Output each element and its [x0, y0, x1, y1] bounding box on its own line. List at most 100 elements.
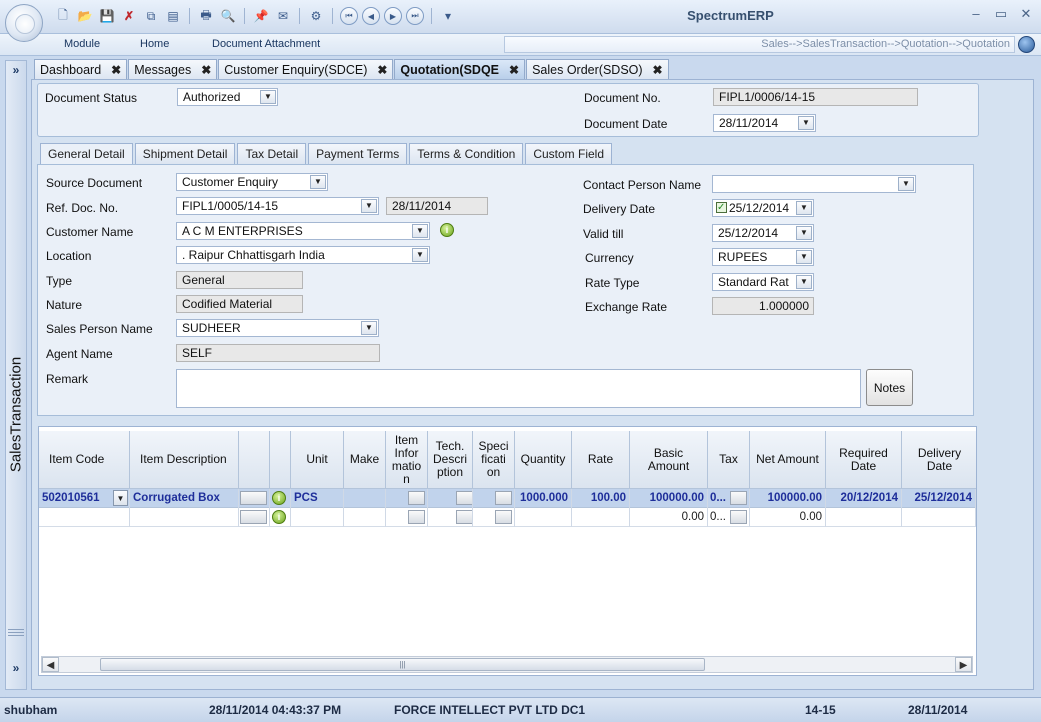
tab-quotation[interactable]: Quotation(SDQE ✖	[394, 59, 526, 79]
chevron-down-icon[interactable]: ▼	[898, 177, 914, 191]
cell-delivery-date[interactable]	[902, 508, 976, 527]
item-information-button[interactable]	[408, 491, 425, 505]
cell-basic-amount[interactable]: 100000.00	[630, 489, 708, 508]
row-button[interactable]	[240, 491, 267, 505]
cell-required-date[interactable]	[826, 508, 902, 527]
location-select[interactable]: . Raipur Chhattisgarh India ▼	[176, 246, 430, 264]
chevron-down-icon[interactable]: ▼	[310, 175, 326, 189]
cell-quantity[interactable]	[515, 508, 572, 527]
exchange-rate-field[interactable]: 1.000000	[712, 297, 814, 315]
cell-basic-amount[interactable]: 0.00	[630, 508, 708, 527]
cell-required-date[interactable]: 20/12/2014	[826, 489, 902, 508]
remark-textarea[interactable]	[176, 369, 861, 408]
menu-module[interactable]: Module	[64, 38, 100, 50]
nature-field[interactable]: Codified Material	[176, 295, 303, 313]
cell-blank[interactable]	[239, 508, 270, 527]
application-orb-button[interactable]	[5, 4, 43, 42]
col-unit[interactable]: Unit	[291, 431, 344, 489]
side-panel-label[interactable]: SalesTransaction	[8, 350, 25, 480]
col-tax[interactable]: Tax	[708, 431, 750, 489]
close-tab-icon[interactable]: ✖	[377, 63, 387, 77]
cell-unit[interactable]: PCS	[291, 489, 344, 508]
cell-info[interactable]: i	[270, 489, 291, 508]
cell-item-code[interactable]	[39, 508, 130, 527]
tab-general-detail[interactable]: General Detail	[40, 143, 133, 165]
chevron-down-icon[interactable]: ▼	[798, 116, 814, 130]
tech-description-button[interactable]	[456, 510, 472, 524]
tab-customer-enquiry[interactable]: Customer Enquiry(SDCE) ✖	[218, 59, 394, 79]
document-no-field[interactable]: FIPL1/0006/14-15	[713, 88, 918, 106]
menu-document-attachment[interactable]: Document Attachment	[212, 38, 320, 50]
document-date-picker[interactable]: 28/11/2014 ▼	[713, 114, 816, 132]
rate-type-select[interactable]: Standard Rat ▼	[712, 273, 814, 291]
chevron-down-icon[interactable]: ▼	[796, 250, 812, 264]
cell-specification[interactable]	[473, 489, 515, 508]
tech-description-button[interactable]	[456, 491, 472, 505]
delivery-date-picker[interactable]: 25/12/2014 ▼	[712, 199, 814, 217]
tab-terms-condition[interactable]: Terms & Condition	[409, 143, 524, 164]
chevron-down-icon[interactable]: ▼	[361, 199, 377, 213]
col-quantity[interactable]: Quantity	[515, 431, 572, 489]
cell-item-description[interactable]	[130, 508, 239, 527]
help-icon[interactable]	[1018, 36, 1035, 53]
chevron-down-icon[interactable]: ▼	[361, 321, 377, 335]
cell-blank[interactable]	[239, 489, 270, 508]
tab-custom-field[interactable]: Custom Field	[525, 143, 612, 164]
menu-home[interactable]: Home	[140, 38, 169, 50]
col-basic-amount[interactable]: Basic Amount	[630, 431, 708, 489]
notes-button[interactable]: Notes	[866, 369, 913, 406]
col-specification[interactable]: Speci ficati on	[473, 431, 515, 489]
tab-dashboard[interactable]: Dashboard ✖	[34, 59, 128, 79]
ref-doc-no-select[interactable]: FIPL1/0005/14-15 ▼	[176, 197, 379, 215]
item-info-icon[interactable]: i	[272, 510, 286, 524]
close-tab-icon[interactable]: ✖	[653, 63, 663, 77]
col-delivery-date[interactable]: Delivery Date	[902, 431, 976, 489]
tab-payment-terms[interactable]: Payment Terms	[308, 143, 408, 164]
col-net-amount[interactable]: Net Amount	[750, 431, 826, 489]
expand-bottom-icon[interactable]: »	[6, 661, 26, 675]
specification-button[interactable]	[495, 491, 512, 505]
source-document-select[interactable]: Customer Enquiry ▼	[176, 173, 328, 191]
specification-button[interactable]	[495, 510, 512, 524]
chevron-down-icon[interactable]: ▼	[796, 201, 812, 215]
tab-messages[interactable]: Messages ✖	[128, 59, 218, 79]
scroll-left-icon[interactable]: ◀	[42, 657, 59, 672]
type-field[interactable]: General	[176, 271, 303, 289]
cell-delivery-date[interactable]: 25/12/2014	[902, 489, 976, 508]
close-tab-icon[interactable]: ✖	[201, 63, 211, 77]
col-blank-2[interactable]	[270, 431, 291, 489]
customer-info-icon[interactable]: i	[440, 223, 454, 237]
tab-sales-order[interactable]: Sales Order(SDSO) ✖	[526, 59, 669, 79]
delivery-date-checkbox[interactable]	[716, 200, 727, 216]
restore-icon[interactable]: ▭	[991, 6, 1011, 22]
cell-make[interactable]	[344, 508, 386, 527]
scrollbar-thumb[interactable]: |||	[100, 658, 705, 671]
contact-person-select[interactable]: ▼	[712, 175, 916, 193]
cell-item-description[interactable]: Corrugated Box	[130, 489, 239, 508]
cell-unit[interactable]	[291, 508, 344, 527]
col-item-description[interactable]: Item Description	[130, 431, 239, 489]
cell-tax[interactable]: 0...	[708, 489, 750, 508]
col-item-information[interactable]: Item Infor matio n	[386, 431, 428, 489]
expand-panel-icon[interactable]: »	[6, 63, 26, 77]
cell-tech-description[interactable]	[428, 508, 473, 527]
chevron-down-icon[interactable]: ▼	[260, 90, 276, 104]
cell-net-amount[interactable]: 0.00	[750, 508, 826, 527]
col-item-code[interactable]: Item Code	[39, 431, 130, 489]
cell-quantity[interactable]: 1000.000	[515, 489, 572, 508]
horizontal-scrollbar[interactable]: ◀ ||| ▶	[41, 656, 973, 673]
col-required-date[interactable]: Required Date	[826, 431, 902, 489]
chevron-down-icon[interactable]: ▼	[796, 275, 812, 289]
cell-rate[interactable]: 100.00	[572, 489, 630, 508]
table-row[interactable]: i 0.00 0... 0.00	[39, 508, 976, 527]
cell-rate[interactable]	[572, 508, 630, 527]
col-tech-description[interactable]: Tech. Descri ption	[428, 431, 473, 489]
chevron-down-icon[interactable]: ▼	[796, 226, 812, 240]
item-info-icon[interactable]: i	[272, 491, 286, 505]
chevron-down-icon[interactable]: ▼	[412, 248, 428, 262]
close-tab-icon[interactable]: ✖	[111, 63, 121, 77]
currency-select[interactable]: RUPEES ▼	[712, 248, 814, 266]
chevron-down-icon[interactable]: ▼	[412, 224, 428, 238]
sales-person-select[interactable]: SUDHEER ▼	[176, 319, 379, 337]
tax-button[interactable]	[730, 491, 747, 505]
